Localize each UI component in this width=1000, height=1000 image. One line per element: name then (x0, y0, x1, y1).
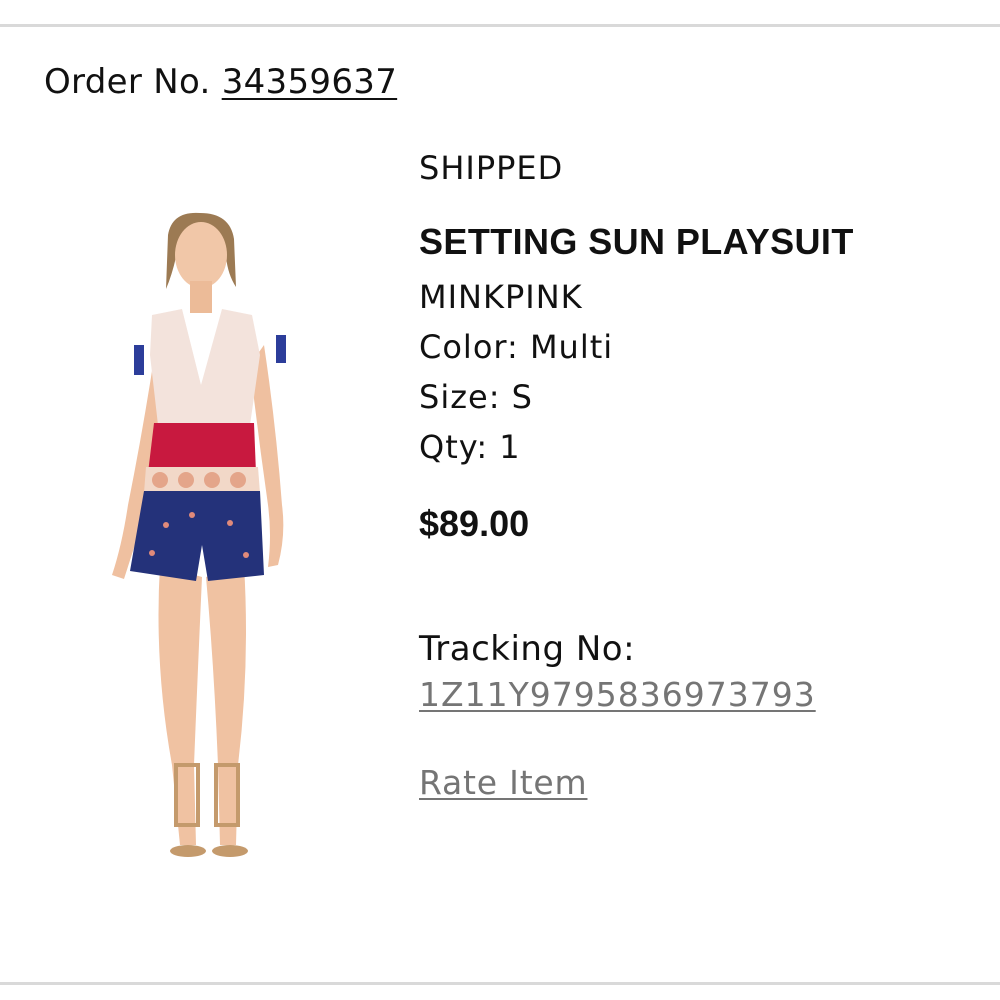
order-header: Order No. 34359637 (44, 62, 397, 102)
bottom-divider (0, 982, 1000, 985)
product-image[interactable] (100, 205, 310, 875)
tracking-label: Tracking No: (419, 629, 636, 669)
order-number-link[interactable]: 34359637 (222, 62, 397, 102)
product-name: SETTING SUN PLAYSUIT (419, 221, 854, 262)
shipping-status: SHIPPED (419, 149, 564, 187)
product-size: Size: S (419, 378, 533, 416)
product-color: Color: Multi (419, 328, 614, 366)
top-divider (0, 24, 1000, 27)
order-label: Order No. (44, 62, 211, 102)
product-price: $89.00 (419, 503, 530, 544)
product-quantity: Qty: 1 (419, 428, 521, 466)
product-brand: MINKPINK (419, 278, 583, 316)
rate-item-link[interactable]: Rate Item (419, 760, 587, 806)
tracking-number-link[interactable]: 1Z11Y97958369737​93 (419, 672, 816, 718)
item-details: SHIPPED SETTING SUN PLAYSUIT MINKPINK Co… (419, 148, 979, 806)
